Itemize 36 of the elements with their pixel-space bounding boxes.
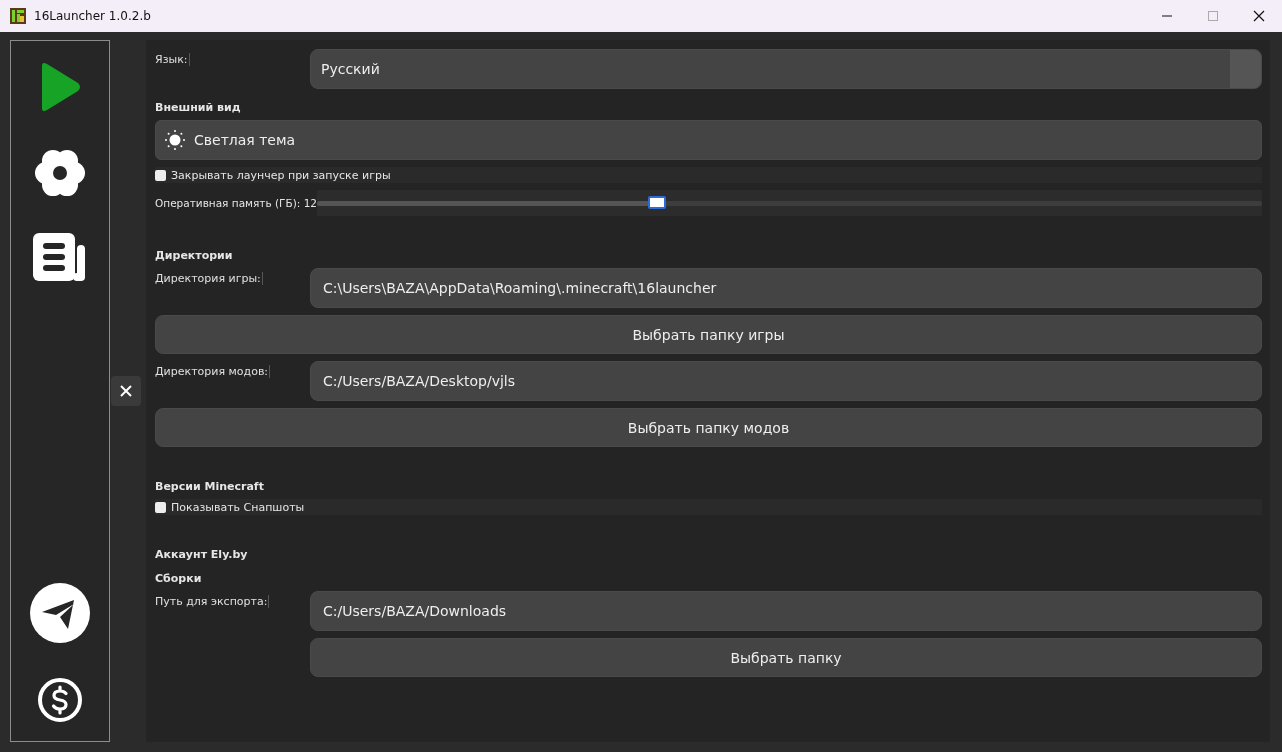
section-heading: Директории [155, 249, 234, 262]
window-title: 16Launcher 1.0.2.b [34, 9, 152, 23]
telegram-button[interactable] [30, 583, 90, 643]
path-field[interactable]: C:/Users/BAZA/Downloads [310, 591, 1262, 631]
section-heading: Сборки [155, 572, 203, 585]
news-button[interactable] [33, 233, 87, 281]
ram-slider[interactable] [317, 190, 1262, 216]
collapse-button[interactable] [111, 376, 141, 406]
section-heading: Внешний вид [155, 101, 242, 114]
slider-handle[interactable] [648, 196, 667, 209]
choose-folder-button[interactable]: Выбрать папку [310, 638, 1262, 677]
choose-folder-button[interactable]: Выбрать папку модов [155, 408, 1262, 447]
field-label: Директория модов: [155, 365, 271, 378]
app-logo-icon [10, 8, 26, 24]
path-field[interactable]: C:/Users/BAZA/Desktop/vjls [310, 361, 1262, 401]
checkbox-label: Показывать Снапшоты [171, 500, 305, 514]
ram-label: Оперативная память (ГБ): 12 [155, 197, 317, 209]
field-label: Путь для экспорта: [155, 595, 270, 608]
section-heading: Версии Minecraft [155, 480, 265, 493]
checkbox[interactable] [155, 501, 166, 513]
settings-button[interactable] [34, 147, 86, 199]
choose-folder-button[interactable]: Выбрать папку игры [155, 315, 1262, 354]
maximize-icon [1207, 10, 1219, 22]
checkbox[interactable] [155, 169, 166, 181]
gear-icon [34, 147, 86, 199]
field-label: Директория игры: [155, 272, 263, 285]
theme-button[interactable]: Светлая тема [155, 120, 1262, 160]
close-icon [1253, 10, 1265, 22]
language-label: Язык: [155, 53, 190, 66]
donate-button[interactable] [37, 677, 83, 723]
language-dropdown[interactable]: Русский [310, 49, 1262, 89]
path-field[interactable]: C:\Users\BAZA\AppData\Roaming\.minecraft\16launcher [310, 268, 1262, 308]
sun-icon [164, 129, 186, 151]
section-heading: Аккаунт Ely.by [155, 548, 249, 561]
close-icon [120, 385, 132, 397]
checkbox-label: Закрывать лаунчер при запуске игры [171, 168, 391, 182]
